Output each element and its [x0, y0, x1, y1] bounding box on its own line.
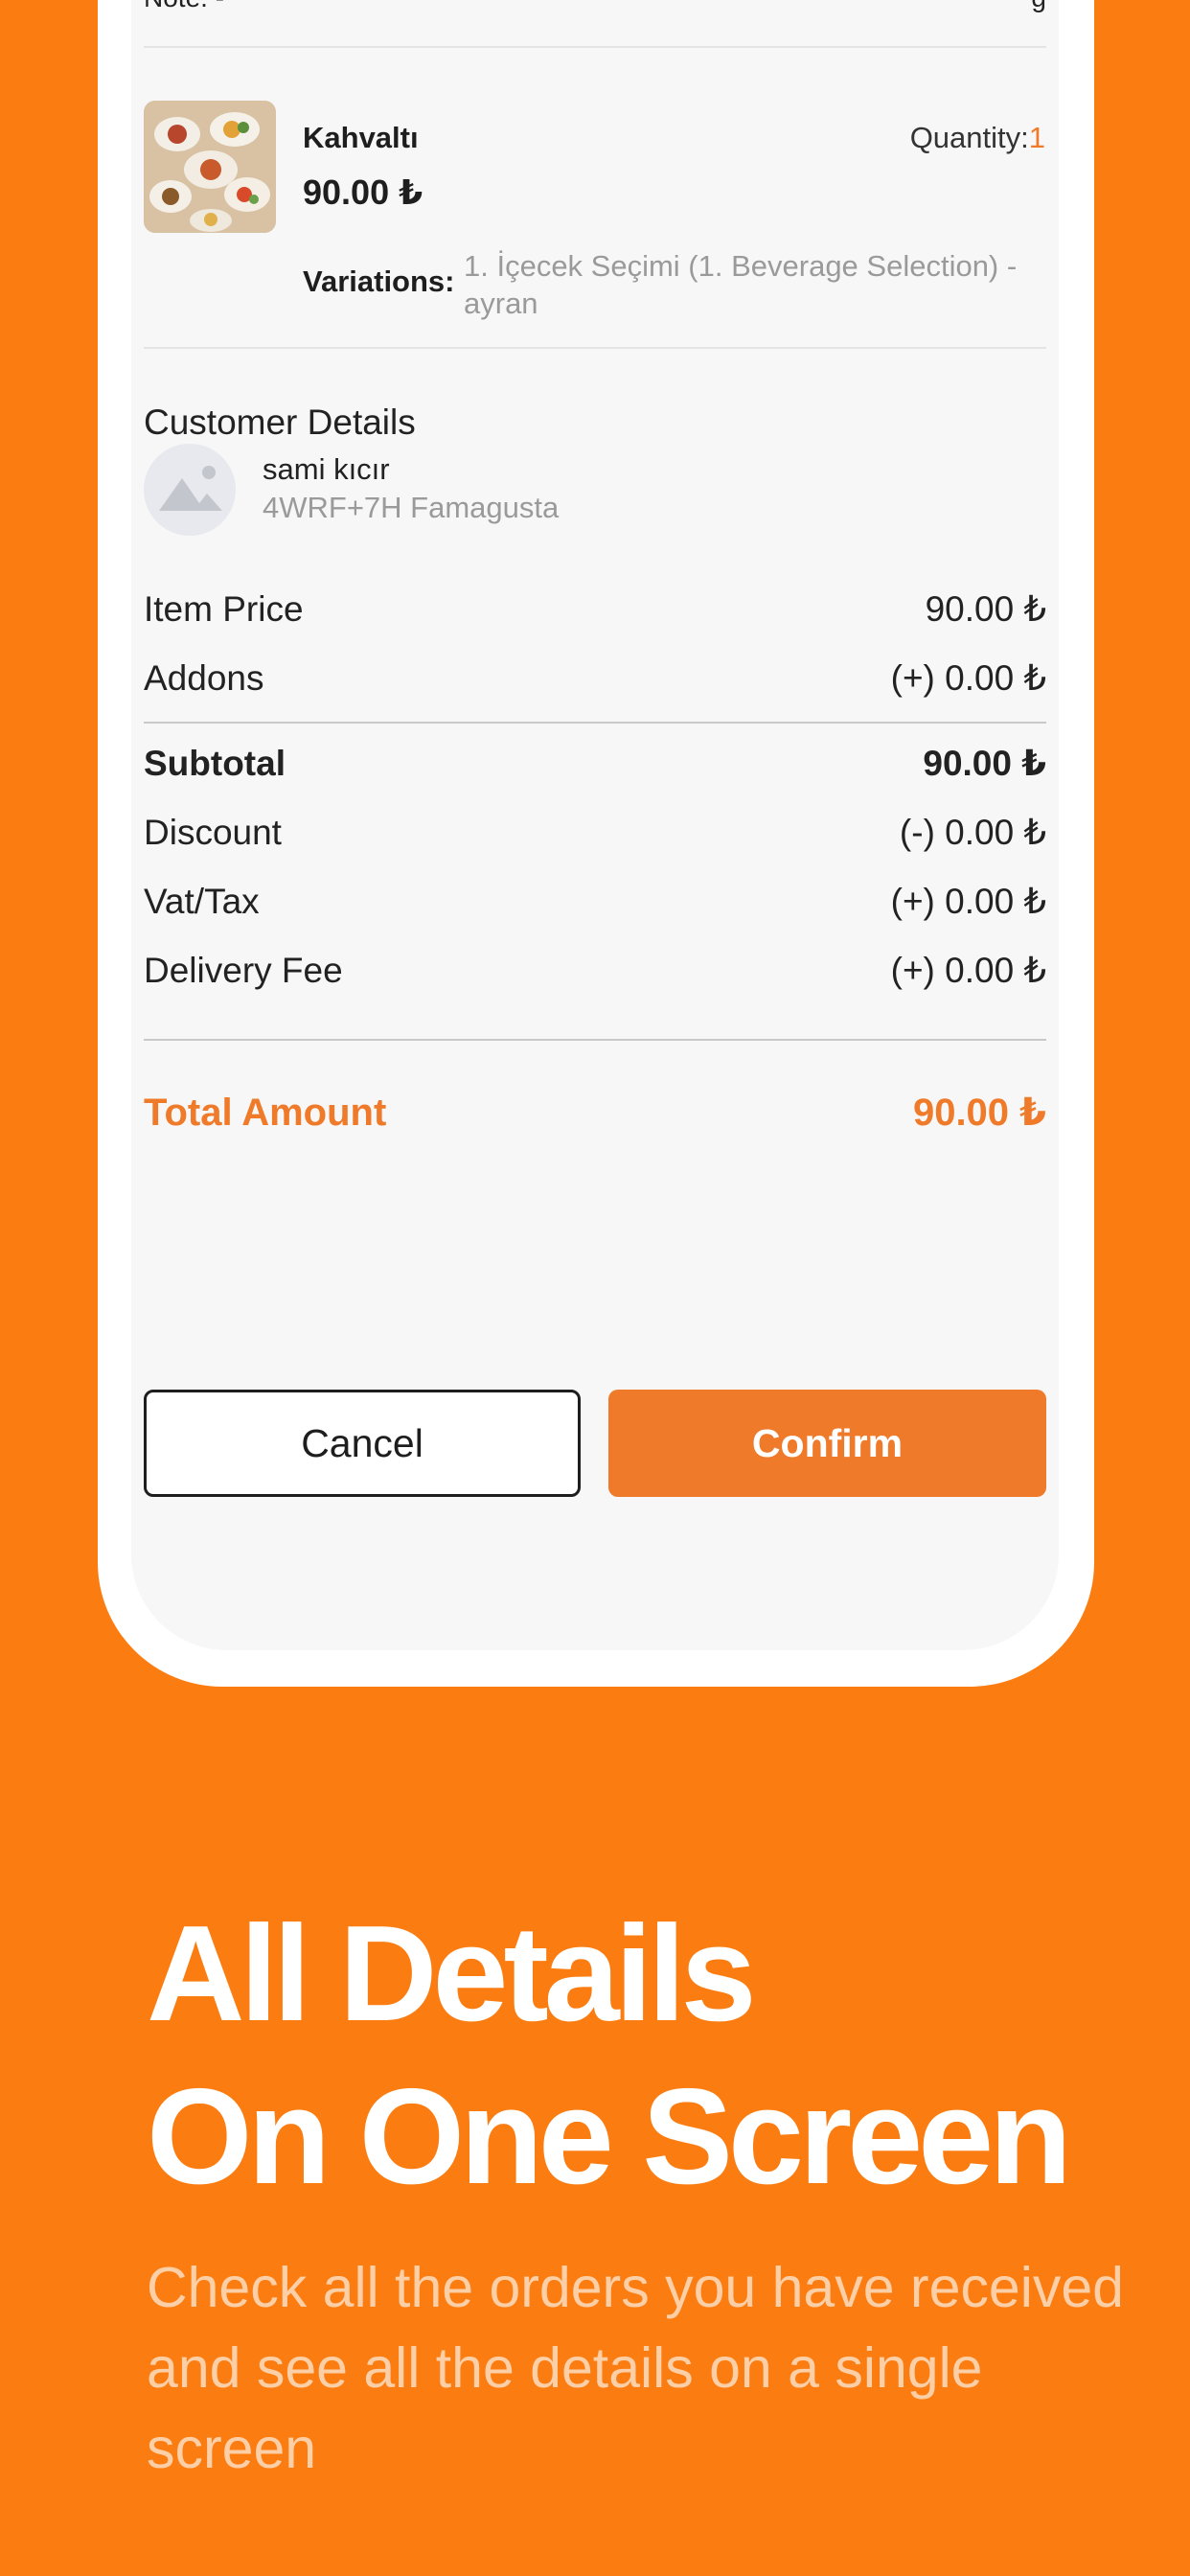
- subtotal-value: 90.00 ₺: [923, 744, 1046, 783]
- delivery-fee-value: (+) 0.00 ₺: [890, 951, 1046, 990]
- addons-value: (+) 0.00 ₺: [890, 658, 1046, 698]
- vat-row: Vat/Tax (+) 0.00 ₺: [144, 881, 1046, 922]
- item-price-row: Item Price 90.00 ₺: [144, 588, 1046, 630]
- customer-name: sami kıcır: [263, 452, 390, 486]
- quantity-label: Quantity:: [909, 121, 1029, 154]
- item-divider: [144, 347, 1046, 349]
- subtext: Check all the orders you have received a…: [147, 2256, 1124, 2480]
- subtotal-label: Subtotal: [144, 743, 286, 783]
- headline-line-2: On One Screen: [147, 2060, 1072, 2213]
- variations-label: Variations:: [303, 264, 455, 298]
- item-price-label: Item Price: [144, 588, 304, 629]
- customer-address: 4WRF+7H Famagusta: [263, 491, 560, 524]
- avatar: [144, 444, 236, 536]
- customer-details-title: Customer Details: [144, 402, 416, 442]
- total-divider: [144, 1039, 1046, 1041]
- total-amount-label: Total Amount: [144, 1091, 387, 1134]
- total-amount-value: 90.00 ₺: [912, 1092, 1046, 1134]
- delivery-fee-label: Delivery Fee: [144, 950, 343, 990]
- top-row-right-text: g: [1031, 0, 1046, 13]
- top-row-left-text: Note: -: [144, 0, 224, 13]
- promo-page: Note: - g Kahvaltı 90.00 ₺ Quantity:1 Va…: [0, 0, 1190, 2576]
- subtotal-divider: [144, 722, 1046, 724]
- addons-row: Addons (+) 0.00 ₺: [144, 657, 1046, 699]
- food-item-image: [144, 101, 276, 233]
- addons-label: Addons: [144, 657, 264, 698]
- discount-row: Discount (-) 0.00 ₺: [144, 812, 1046, 853]
- quantity-value: 1: [1028, 121, 1045, 154]
- cancel-button[interactable]: Cancel: [144, 1390, 581, 1497]
- total-amount-row: Total Amount 90.00 ₺: [144, 1091, 1046, 1135]
- discount-value: (-) 0.00 ₺: [899, 813, 1046, 852]
- item-price-value: 90.00 ₺: [925, 589, 1046, 629]
- confirm-button[interactable]: Confirm: [608, 1390, 1046, 1497]
- top-partial-row: Note: - g: [144, 0, 1046, 48]
- image-placeholder-icon: [159, 466, 222, 511]
- headline: All Details On One Screen: [147, 1893, 1072, 2219]
- discount-label: Discount: [144, 812, 282, 852]
- vat-label: Vat/Tax: [144, 881, 260, 921]
- item-price: 90.00 ₺: [303, 172, 423, 212]
- headline-line-1: All Details: [147, 1898, 757, 2050]
- item-name: Kahvaltı: [303, 121, 419, 154]
- delivery-fee-row: Delivery Fee (+) 0.00 ₺: [144, 950, 1046, 991]
- variations-value: 1. İçecek Seçimi (1. Beverage Selection)…: [464, 249, 1018, 320]
- item-quantity: Quantity:1: [910, 121, 1045, 155]
- subtotal-row: Subtotal 90.00 ₺: [144, 743, 1046, 784]
- vat-value: (+) 0.00 ₺: [890, 882, 1046, 921]
